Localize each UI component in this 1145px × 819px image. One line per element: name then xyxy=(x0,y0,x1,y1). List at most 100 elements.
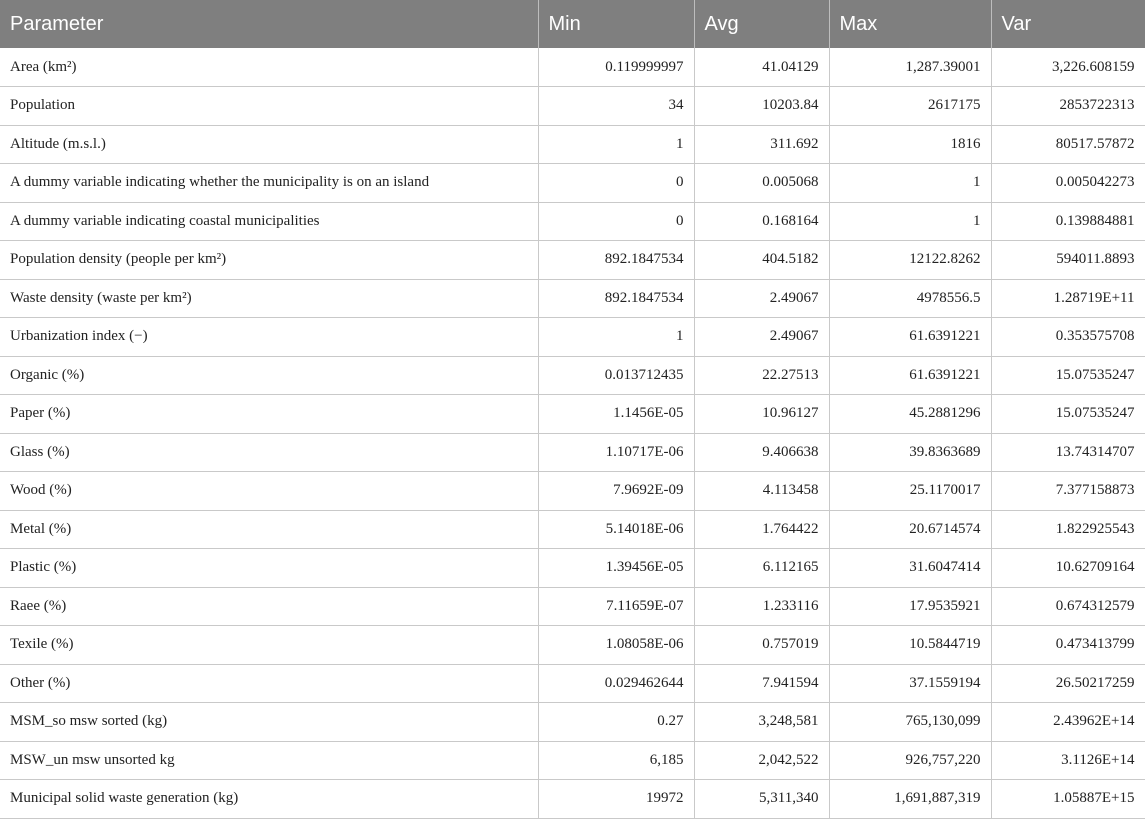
cell-max: 31.6047414 xyxy=(828,548,991,588)
cell-max: 1,287.39001 xyxy=(828,48,991,87)
cell-var: 15.07535247 xyxy=(990,394,1145,434)
cell-max: 2617175 xyxy=(828,86,991,126)
cell-min: 0.013712435 xyxy=(537,356,694,395)
cell-var: 1.822925543 xyxy=(990,510,1145,549)
cell-min: 5.14018E-06 xyxy=(537,510,694,549)
cell-avg: 9.406638 xyxy=(693,433,829,472)
header-avg: Avg xyxy=(693,0,829,48)
cell-var: 3,226.608159 xyxy=(990,48,1145,87)
cell-max: 17.9535921 xyxy=(828,587,991,626)
cell-parameter: Metal (%) xyxy=(0,510,538,549)
header-max: Max xyxy=(828,0,991,48)
cell-var: 0.473413799 xyxy=(990,625,1145,665)
cell-avg: 10.96127 xyxy=(693,394,829,434)
cell-min: 0 xyxy=(537,163,694,203)
cell-avg: 22.27513 xyxy=(693,356,829,395)
cell-max: 37.1559194 xyxy=(828,664,991,703)
table-row: Paper (%) 1.1456E-05 10.96127 45.2881296 15.… xyxy=(0,394,1145,434)
cell-avg: 7.941594 xyxy=(693,664,829,703)
cell-avg: 0.005068 xyxy=(693,163,829,203)
cell-avg: 0.757019 xyxy=(693,625,829,665)
cell-avg: 3,248,581 xyxy=(693,702,829,742)
table-row: A dummy variable indicating whether the … xyxy=(0,163,1145,203)
table-row: Metal (%) 5.14018E-06 1.764422 20.6714574 1.… xyxy=(0,510,1145,549)
cell-var: 15.07535247 xyxy=(990,356,1145,395)
cell-parameter: Other (%) xyxy=(0,664,538,703)
cell-var: 0.139884881 xyxy=(990,202,1145,241)
cell-avg: 10203.84 xyxy=(693,86,829,126)
table-row: Plastic (%) 1.39456E-05 6.112165 31.6047414… xyxy=(0,548,1145,588)
cell-min: 892.1847534 xyxy=(537,240,694,280)
cell-min: 0.27 xyxy=(537,702,694,742)
cell-min: 7.11659E-07 xyxy=(537,587,694,626)
cell-avg: 404.5182 xyxy=(693,240,829,280)
cell-avg: 6.112165 xyxy=(693,548,829,588)
cell-parameter: Paper (%) xyxy=(0,394,538,434)
cell-max: 25.1170017 xyxy=(828,471,991,511)
cell-parameter: Raee (%) xyxy=(0,587,538,626)
cell-parameter: Municipal solid waste generation (kg) xyxy=(0,779,538,819)
table-row: Raee (%) 7.11659E-07 1.233116 17.9535921 0.6… xyxy=(0,587,1145,626)
cell-min: 7.9692E-09 xyxy=(537,471,694,511)
table-row: Population density (people per km²) 892.1… xyxy=(0,240,1145,280)
table-row: Urbanization index (−) 1 2.49067 61.6391221… xyxy=(0,317,1145,357)
cell-avg: 4.113458 xyxy=(693,471,829,511)
table-row: MSW_un msw unsorted kg 6,185 2,042,522 926,… xyxy=(0,741,1145,780)
cell-parameter: Population xyxy=(0,86,538,126)
cell-var: 1.28719E+11 xyxy=(990,279,1145,318)
header-parameter: Parameter xyxy=(10,12,104,35)
cell-min: 0.119999997 xyxy=(537,48,694,87)
cell-parameter: Area (km²) xyxy=(0,48,538,87)
cell-max: 45.2881296 xyxy=(828,394,991,434)
cell-parameter: Glass (%) xyxy=(0,433,538,472)
cell-var: 7.377158873 xyxy=(990,471,1145,511)
cell-var: 26.50217259 xyxy=(990,664,1145,703)
cell-max: 1816 xyxy=(828,125,991,164)
cell-var: 594011.8893 xyxy=(990,240,1145,280)
cell-parameter: MSM_so msw sorted (kg) xyxy=(0,702,538,742)
table-row: Organic (%) 0.013712435 22.27513 61.6391221… xyxy=(0,356,1145,395)
table-row: Altitude (m.s.l.) 1 311.692 1816 80517.57872 xyxy=(0,125,1145,164)
cell-min: 0 xyxy=(537,202,694,241)
cell-var: 3.1126E+14 xyxy=(990,741,1145,780)
cell-var: 80517.57872 xyxy=(990,125,1145,164)
parameter-statistics-table: Parameter Min Avg Max Var Area (km²) 0.11… xyxy=(0,0,1145,819)
cell-max: 4978556.5 xyxy=(828,279,991,318)
table-header-row: Parameter Min Avg Max Var xyxy=(0,0,1145,48)
cell-avg: 1.233116 xyxy=(693,587,829,626)
cell-max: 1 xyxy=(828,202,991,241)
cell-parameter: Plastic (%) xyxy=(0,548,538,588)
cell-min: 1.08058E-06 xyxy=(537,625,694,665)
cell-max: 1,691,887,319 xyxy=(828,779,991,819)
cell-parameter: Population density (people per km²) xyxy=(0,240,538,280)
cell-min: 0.029462644 xyxy=(537,664,694,703)
cell-max: 1 xyxy=(828,163,991,203)
cell-avg: 1.764422 xyxy=(693,510,829,549)
cell-min: 34 xyxy=(537,86,694,126)
cell-avg: 0.168164 xyxy=(693,202,829,241)
table-row: A dummy variable indicating coastal muni… xyxy=(0,202,1145,241)
cell-var: 2.43962E+14 xyxy=(990,702,1145,742)
header-var: Var xyxy=(990,0,1145,48)
cell-avg: 2,042,522 xyxy=(693,741,829,780)
cell-min: 6,185 xyxy=(537,741,694,780)
table-row: Municipal solid waste generation (kg) 199… xyxy=(0,779,1145,819)
table-row: Population 34 10203.84 2617175 2853722313 xyxy=(0,86,1145,126)
cell-parameter: Waste density (waste per km²) xyxy=(0,279,538,318)
cell-max: 765,130,099 xyxy=(828,702,991,742)
table-row: Texile (%) 1.08058E-06 0.757019 10.5844719 0… xyxy=(0,625,1145,665)
cell-max: 39.8363689 xyxy=(828,433,991,472)
cell-max: 61.6391221 xyxy=(828,317,991,357)
cell-parameter: Texile (%) xyxy=(0,625,538,665)
cell-parameter: Wood (%) xyxy=(0,471,538,511)
table-body: Area (km²) 0.119999997 41.04129 1,287.39001… xyxy=(0,48,1145,819)
cell-avg: 2.49067 xyxy=(693,317,829,357)
cell-parameter: Organic (%) xyxy=(0,356,538,395)
cell-var: 10.62709164 xyxy=(990,548,1145,588)
table-row: Area (km²) 0.119999997 41.04129 1,287.39001… xyxy=(0,48,1145,87)
cell-max: 926,757,220 xyxy=(828,741,991,780)
header-min: Min xyxy=(537,0,694,48)
cell-parameter: MSW_un msw unsorted kg xyxy=(0,741,538,780)
cell-parameter: A dummy variable indicating coastal muni… xyxy=(0,202,538,241)
cell-avg: 311.692 xyxy=(693,125,829,164)
